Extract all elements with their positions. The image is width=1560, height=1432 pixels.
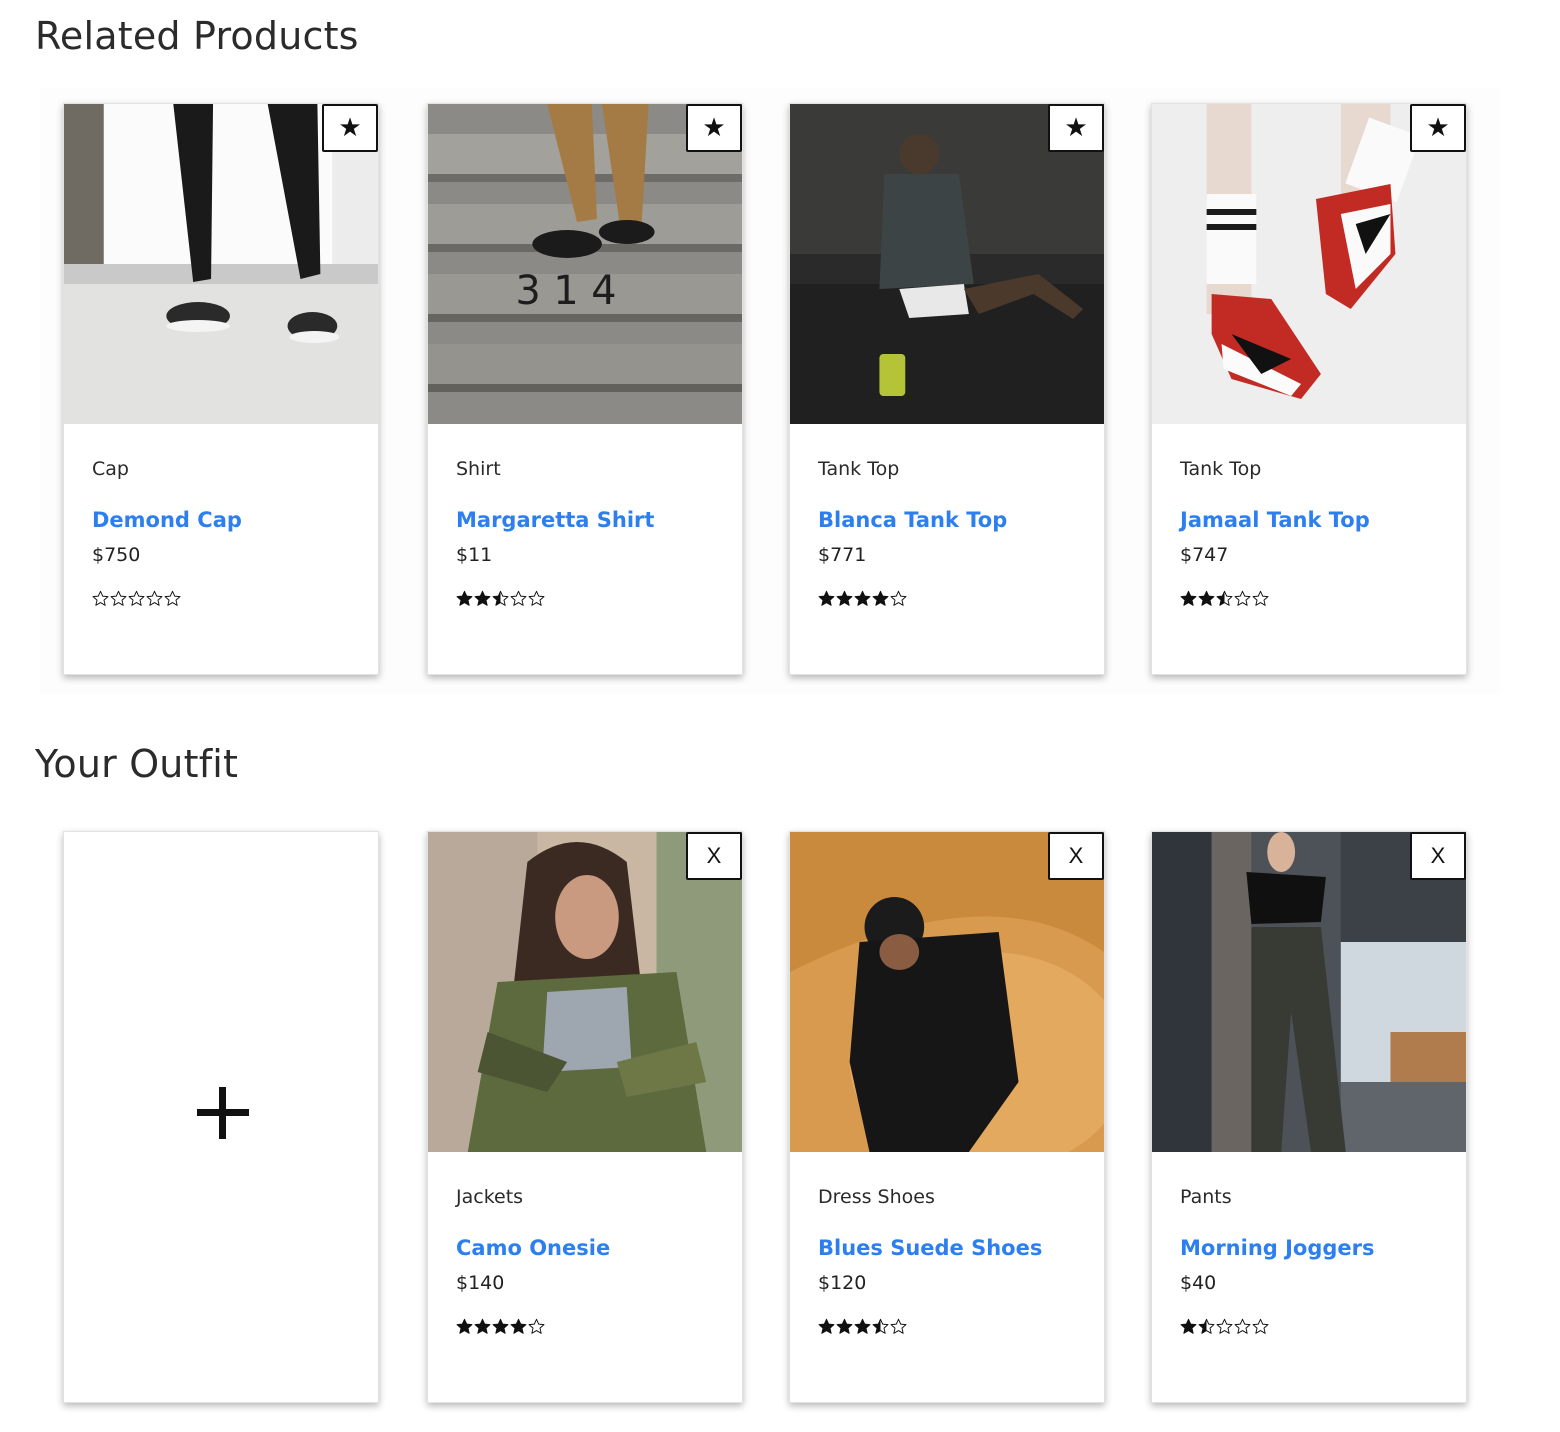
star-empty-icon xyxy=(528,590,545,606)
product-price: $750 xyxy=(92,544,141,566)
star-rating xyxy=(1180,1318,1269,1335)
product-price: $11 xyxy=(456,544,493,566)
star-filled-icon xyxy=(492,1318,509,1334)
star-filled-icon xyxy=(456,590,473,606)
star-half-icon xyxy=(492,590,509,606)
product-price: $771 xyxy=(818,544,867,566)
outfit-card[interactable]: X Pants Morning Joggers $40 xyxy=(1151,831,1467,1403)
star-filled-icon xyxy=(818,590,835,606)
star-empty-icon xyxy=(92,590,109,606)
outfit-card[interactable]: X Dress Shoes Blues Suede Shoes $120 xyxy=(789,831,1105,1403)
star-empty-icon xyxy=(1252,1318,1269,1334)
product-name-link[interactable]: Demond Cap xyxy=(92,508,242,532)
star-filled-icon xyxy=(854,590,871,606)
product-card[interactable]: 3 1 4 ★ Shirt Margaretta Shirt $11 xyxy=(427,103,743,675)
star-compare-button[interactable]: ★ xyxy=(322,104,378,152)
product-price: $140 xyxy=(456,1272,505,1294)
star-filled-icon xyxy=(836,1318,853,1334)
remove-button[interactable]: X xyxy=(1410,832,1466,880)
star-rating xyxy=(1180,590,1269,607)
star-compare-button[interactable]: ★ xyxy=(1048,104,1104,152)
product-image[interactable]: 3 1 4 xyxy=(428,104,742,424)
product-price: $120 xyxy=(818,1272,867,1294)
star-filled-icon xyxy=(1180,590,1197,606)
product-name-link[interactable]: Blues Suede Shoes xyxy=(818,1236,1042,1260)
star-empty-icon xyxy=(1234,1318,1251,1334)
star-filled-icon xyxy=(1198,590,1215,606)
product-name-link[interactable]: Morning Joggers xyxy=(1180,1236,1375,1260)
star-half-icon xyxy=(1198,1318,1215,1334)
product-card[interactable]: ★ Tank Top Jamaal Tank Top $747 xyxy=(1151,103,1467,675)
star-filled-icon xyxy=(474,590,491,606)
outfit-card[interactable]: X Jackets Camo Onesie $140 xyxy=(427,831,743,1403)
your-outfit-carousel: X Jackets Camo Onesie $140 X Dress Shoes… xyxy=(40,818,1500,1424)
product-card[interactable]: ★ Tank Top Blanca Tank Top $771 xyxy=(789,103,1105,675)
star-filled-icon xyxy=(872,590,889,606)
star-empty-icon xyxy=(128,590,145,606)
star-compare-button[interactable]: ★ xyxy=(1410,104,1466,152)
product-category: Dress Shoes xyxy=(818,1186,935,1208)
product-name-link[interactable]: Margaretta Shirt xyxy=(456,508,654,532)
product-image[interactable] xyxy=(64,104,378,424)
product-category: Tank Top xyxy=(818,458,900,480)
star-empty-icon xyxy=(1252,590,1269,606)
related-products-carousel: ★ Cap Demond Cap $750 3 1 4 ★ Shirt Marg… xyxy=(40,88,1500,694)
star-filled-icon xyxy=(456,1318,473,1334)
plus-icon[interactable] xyxy=(197,1087,249,1139)
star-empty-icon xyxy=(1216,1318,1233,1334)
star-empty-icon xyxy=(146,590,163,606)
remove-button[interactable]: X xyxy=(1048,832,1104,880)
star-compare-button[interactable]: ★ xyxy=(686,104,742,152)
star-rating xyxy=(818,590,907,607)
product-name-link[interactable]: Blanca Tank Top xyxy=(818,508,1007,532)
product-price: $40 xyxy=(1180,1272,1217,1294)
star-filled-icon xyxy=(854,1318,871,1334)
star-filled-icon xyxy=(474,1318,491,1334)
star-filled-icon xyxy=(818,1318,835,1334)
star-rating xyxy=(92,590,181,607)
product-image[interactable] xyxy=(1152,104,1466,424)
product-image[interactable] xyxy=(428,832,742,1152)
star-empty-icon xyxy=(890,1318,907,1334)
product-category: Jackets xyxy=(456,1186,524,1208)
star-filled-icon xyxy=(1180,1318,1197,1334)
remove-button[interactable]: X xyxy=(686,832,742,880)
svg-text:3 1 4: 3 1 4 xyxy=(515,268,616,314)
product-image[interactable] xyxy=(1152,832,1466,1152)
product-image[interactable] xyxy=(790,832,1104,1152)
add-to-outfit-card[interactable] xyxy=(63,831,379,1403)
star-empty-icon xyxy=(1234,590,1251,606)
product-image[interactable] xyxy=(790,104,1104,424)
star-half-icon xyxy=(1216,590,1233,606)
your-outfit-title: Your Outfit xyxy=(35,742,239,786)
product-name-link[interactable]: Jamaal Tank Top xyxy=(1180,508,1370,532)
product-card[interactable]: ★ Cap Demond Cap $750 xyxy=(63,103,379,675)
star-rating xyxy=(456,590,545,607)
related-products-title: Related Products xyxy=(35,14,359,58)
star-rating xyxy=(818,1318,907,1335)
star-empty-icon xyxy=(890,590,907,606)
star-empty-icon xyxy=(110,590,127,606)
star-rating xyxy=(456,1318,545,1335)
star-empty-icon xyxy=(528,1318,545,1334)
product-category: Shirt xyxy=(456,458,501,480)
product-price: $747 xyxy=(1180,544,1229,566)
product-name-link[interactable]: Camo Onesie xyxy=(456,1236,610,1260)
star-half-icon xyxy=(872,1318,889,1334)
star-filled-icon xyxy=(836,590,853,606)
star-empty-icon xyxy=(510,590,527,606)
product-category: Tank Top xyxy=(1180,458,1262,480)
star-filled-icon xyxy=(510,1318,527,1334)
product-category: Pants xyxy=(1180,1186,1232,1208)
product-category: Cap xyxy=(92,458,129,480)
star-empty-icon xyxy=(164,590,181,606)
